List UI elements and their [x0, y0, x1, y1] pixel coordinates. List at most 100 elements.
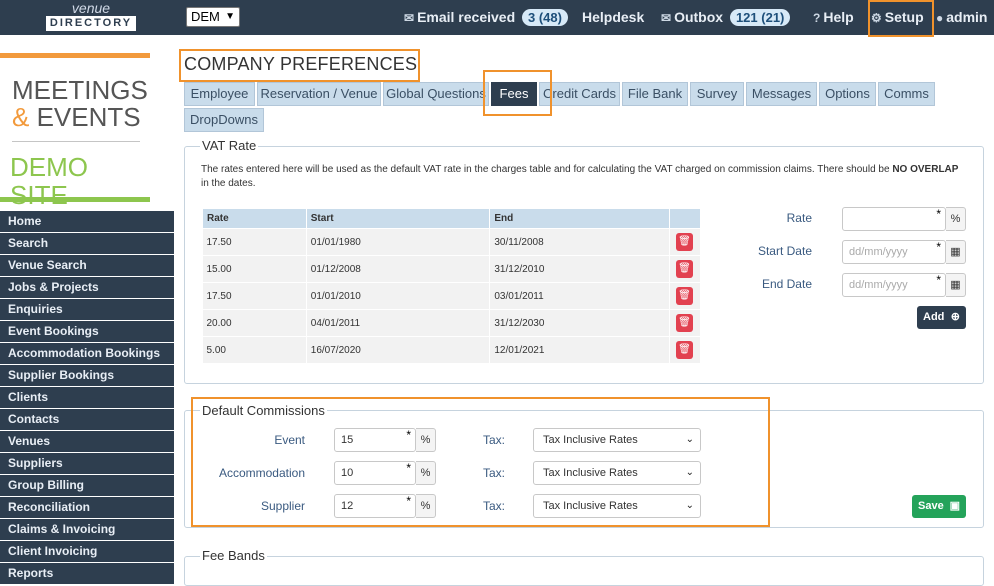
tab-survey[interactable]: Survey: [690, 82, 744, 106]
sidebar-item-event-bookings[interactable]: Event Bookings: [0, 321, 174, 342]
user-menu[interactable]: ● admin: [936, 0, 987, 35]
percent-addon: %: [416, 494, 436, 518]
tab-reservation-venue[interactable]: Reservation / Venue: [257, 82, 381, 106]
add-vat-button[interactable]: Add ⊕: [917, 306, 966, 329]
column-header-start[interactable]: Start: [305, 208, 491, 229]
accommodation-tax-select[interactable]: Tax Inclusive Rates ⌄: [533, 461, 701, 485]
sidebar-item-suppliers[interactable]: Suppliers: [0, 453, 174, 474]
event-tax-label: Tax:: [483, 433, 506, 447]
accommodation-commission-input[interactable]: 10 *: [334, 461, 416, 485]
delete-trash-icon[interactable]: 🗑: [676, 341, 693, 359]
rate-input[interactable]: *: [842, 207, 946, 231]
site-select[interactable]: DEM ▼: [186, 7, 240, 27]
required-asterisk: *: [936, 273, 941, 287]
sidebar-item-supplier-bookings[interactable]: Supplier Bookings: [0, 365, 174, 386]
fees-tab-highlight: [483, 70, 552, 116]
sidebar-item-venues[interactable]: Venues: [0, 431, 174, 452]
table-row: 17.50 01/01/2010 03/01/2011 🗑: [202, 282, 701, 310]
fee-bands-legend: Fee Bands: [200, 548, 267, 563]
cell-start: 16/07/2020: [306, 336, 491, 364]
help-link[interactable]: ? Help: [813, 0, 854, 35]
cell-start: 01/01/2010: [306, 282, 491, 310]
percent-addon: %: [416, 428, 436, 452]
floppy-disk-icon: ▣: [949, 500, 960, 512]
chevron-down-icon: ⌄: [685, 434, 694, 445]
plus-circle-icon: ⊕: [950, 311, 960, 323]
cell-start: 01/12/2008: [306, 255, 491, 283]
sidebar-menu: Home Search Venue Search Jobs & Projects…: [0, 211, 174, 585]
delete-trash-icon[interactable]: 🗑: [676, 260, 693, 278]
sidebar-item-client-invoicing[interactable]: Client Invoicing: [0, 541, 174, 562]
end-date-placeholder: dd/mm/yyyy: [849, 279, 908, 291]
vat-note-bold: NO OVERLAP: [892, 164, 959, 175]
cell-actions: 🗑: [669, 336, 701, 364]
tab-global-questions[interactable]: Global Questions: [383, 82, 489, 106]
sidebar-item-home[interactable]: Home: [0, 211, 174, 232]
tab-comms[interactable]: Comms: [878, 82, 935, 106]
start-date-placeholder: dd/mm/yyyy: [849, 246, 908, 258]
event-commission-input[interactable]: 15 *: [334, 428, 416, 452]
tab-options[interactable]: Options: [819, 82, 876, 106]
calendar-icon[interactable]: ▦: [946, 240, 966, 264]
add-button-label: Add: [923, 311, 945, 323]
delete-trash-icon[interactable]: 🗑: [676, 287, 693, 305]
supplier-commission-input[interactable]: 12 *: [334, 494, 416, 518]
end-date-input[interactable]: dd/mm/yyyy *: [842, 273, 946, 297]
column-header-end[interactable]: End: [489, 208, 670, 229]
supplier-tax-label: Tax:: [483, 499, 506, 513]
save-button-label: Save: [918, 500, 944, 512]
email-received-badge: 3 (48): [522, 9, 568, 26]
outbox-link[interactable]: ✉ Outbox 121 (21): [661, 0, 791, 35]
helpdesk-link[interactable]: Helpdesk: [582, 0, 644, 35]
sidebar-item-jobs-projects[interactable]: Jobs & Projects: [0, 277, 174, 298]
email-received-label: Email received: [417, 9, 516, 25]
sidebar-item-enquiries[interactable]: Enquiries: [0, 299, 174, 320]
sidebar-item-reconciliation[interactable]: Reconciliation: [0, 497, 174, 518]
sidebar-item-reports[interactable]: Reports: [0, 563, 174, 584]
event-tax-select[interactable]: Tax Inclusive Rates ⌄: [533, 428, 701, 452]
supplier-commission-label: Supplier: [260, 499, 305, 513]
vat-rate-note: The rates entered here will be used as t…: [201, 163, 966, 191]
outbox-label: Outbox: [674, 9, 724, 25]
sidebar-item-venue-search[interactable]: Venue Search: [0, 255, 174, 276]
cell-actions: 🗑: [669, 309, 701, 337]
end-date-label: End Date: [761, 277, 812, 291]
start-date-input[interactable]: dd/mm/yyyy *: [842, 240, 946, 264]
sidebar-item-search[interactable]: Search: [0, 233, 174, 254]
supplier-tax-select[interactable]: Tax Inclusive Rates ⌄: [533, 494, 701, 518]
column-header-rate[interactable]: Rate: [202, 208, 307, 229]
title-highlight: [179, 49, 420, 82]
outbox-badge: 121 (21): [729, 9, 791, 26]
tab-file-bank[interactable]: File Bank: [622, 82, 688, 106]
cell-end: 12/01/2021: [489, 336, 670, 364]
vat-note-text: The rates entered here will be used as t…: [201, 164, 893, 175]
required-asterisk: *: [406, 461, 411, 475]
sidebar-item-group-billing[interactable]: Group Billing: [0, 475, 174, 496]
sidebar-item-accommodation-bookings[interactable]: Accommodation Bookings: [0, 343, 174, 364]
sidebar-item-clients[interactable]: Clients: [0, 387, 174, 408]
calendar-icon[interactable]: ▦: [946, 273, 966, 297]
tab-dropdowns[interactable]: DropDowns: [184, 108, 264, 132]
email-received-link[interactable]: ✉ Email received 3 (48): [404, 0, 568, 35]
brand-divider: [12, 141, 140, 142]
cell-rate: 17.50: [202, 282, 307, 310]
event-commission-value: 15: [341, 434, 354, 446]
tab-messages[interactable]: Messages: [746, 82, 817, 106]
save-commissions-button[interactable]: Save ▣: [912, 495, 966, 518]
brand-block: MEETINGS & EVENTS DEMO SITE: [0, 53, 150, 209]
tab-employee[interactable]: Employee: [184, 82, 255, 106]
chevron-down-icon: ⌄: [685, 500, 694, 511]
delete-trash-icon[interactable]: 🗑: [676, 314, 693, 332]
venue-directory-logo[interactable]: venue DIRECTORY: [44, 1, 138, 31]
table-row: 17.50 01/01/1980 30/11/2008 🗑: [202, 228, 701, 256]
brand-top-bar: [0, 53, 150, 58]
cell-rate: 17.50: [202, 228, 307, 256]
delete-trash-icon[interactable]: 🗑: [676, 233, 693, 251]
required-asterisk: *: [936, 240, 941, 254]
sidebar-item-claims-invoicing[interactable]: Claims & Invoicing: [0, 519, 174, 540]
accommodation-tax-label: Tax:: [483, 466, 506, 480]
sidebar-item-contacts[interactable]: Contacts: [0, 409, 174, 430]
setup-highlight: [868, 0, 934, 37]
event-tax-value: Tax Inclusive Rates: [543, 434, 638, 446]
vat-rate-legend: VAT Rate: [200, 138, 259, 153]
